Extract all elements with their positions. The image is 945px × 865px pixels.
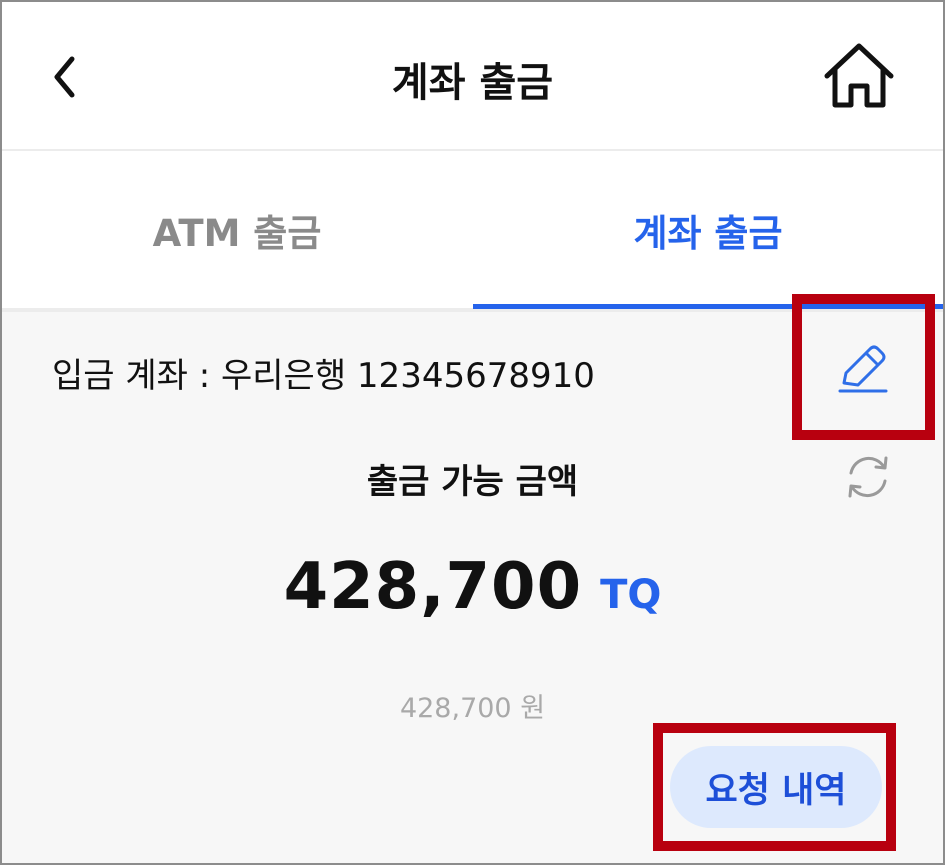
deposit-account-info: 입금 계좌 : 우리은행 12345678910 bbox=[52, 356, 595, 396]
edit-account-button[interactable] bbox=[832, 337, 894, 399]
balance-in-won: 428,700 원 bbox=[399, 693, 546, 724]
available-amount-label: 출금 가능 금액 bbox=[366, 462, 579, 502]
balance-amount: 428,700 bbox=[283, 550, 583, 624]
top-bar: 계좌 출금 bbox=[2, 2, 943, 151]
balance-unit: TQ bbox=[600, 572, 662, 618]
refresh-button[interactable] bbox=[840, 449, 896, 505]
refresh-icon bbox=[848, 456, 888, 498]
home-button[interactable] bbox=[817, 36, 901, 116]
app-screen: 계좌 출금 ATM 출금 계좌 출금 입금 계좌 : 우리은행 12345678… bbox=[0, 0, 945, 865]
home-icon bbox=[824, 43, 894, 108]
tab-bar: ATM 출금 계좌 출금 bbox=[2, 151, 943, 312]
balance-display: 428,700 TQ bbox=[2, 550, 943, 624]
pencil-icon bbox=[838, 345, 888, 393]
request-history-button[interactable]: 요청 내역 bbox=[670, 746, 882, 828]
page-title: 계좌 출금 bbox=[391, 60, 554, 106]
tab-account-withdrawal[interactable]: 계좌 출금 bbox=[473, 151, 943, 308]
active-tab-indicator bbox=[473, 304, 943, 309]
tab-atm-withdrawal[interactable]: ATM 출금 bbox=[2, 151, 472, 308]
